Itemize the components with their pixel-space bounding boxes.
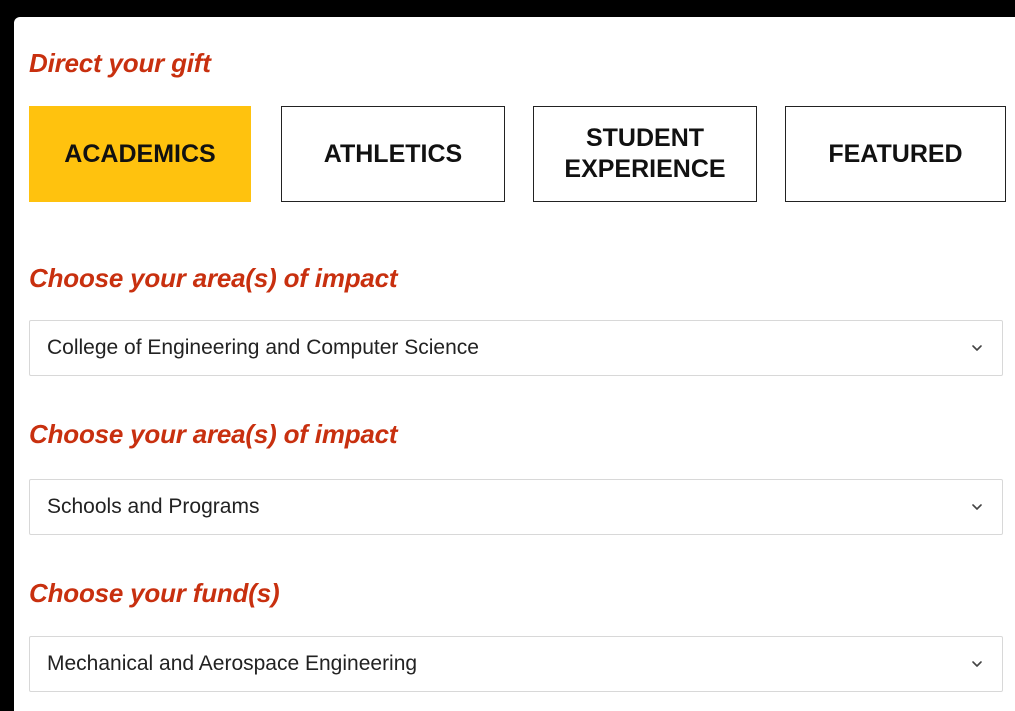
area-impact-select-1[interactable]: College of Engineering and Computer Scie… bbox=[29, 320, 1003, 376]
fund-heading: Choose your fund(s) bbox=[29, 578, 280, 608]
tab-academics-label: ACADEMICS bbox=[64, 139, 216, 168]
tab-student-experience[interactable]: STUDENT EXPERIENCE bbox=[533, 106, 757, 202]
tab-student-experience-label: STUDENT EXPERIENCE bbox=[564, 124, 726, 183]
area-impact-select-2-value: Schools and Programs bbox=[47, 495, 260, 518]
tab-athletics-label: ATHLETICS bbox=[323, 139, 463, 168]
chevron-down-icon bbox=[972, 504, 982, 510]
area-impact-heading-1: Choose your area(s) of impact bbox=[29, 263, 398, 293]
tab-academics[interactable]: ACADEMICS bbox=[29, 106, 251, 202]
tab-featured[interactable]: FEATURED bbox=[785, 106, 1006, 202]
gift-form-panel: Direct your gift ACADEMICS ATHLETICS STU… bbox=[14, 17, 1015, 711]
tab-featured-label: FEATURED bbox=[828, 139, 963, 168]
area-impact-select-2[interactable]: Schools and Programs bbox=[29, 479, 1003, 535]
area-impact-select-1-value: College of Engineering and Computer Scie… bbox=[47, 336, 479, 359]
tab-athletics[interactable]: ATHLETICS bbox=[281, 106, 505, 202]
fund-select[interactable]: Mechanical and Aerospace Engineering bbox=[29, 636, 1003, 692]
chevron-down-icon bbox=[972, 661, 982, 667]
chevron-down-icon bbox=[972, 345, 982, 351]
direct-gift-heading: Direct your gift bbox=[29, 48, 211, 78]
fund-select-value: Mechanical and Aerospace Engineering bbox=[47, 652, 418, 675]
area-impact-heading-2: Choose your area(s) of impact bbox=[29, 419, 398, 449]
